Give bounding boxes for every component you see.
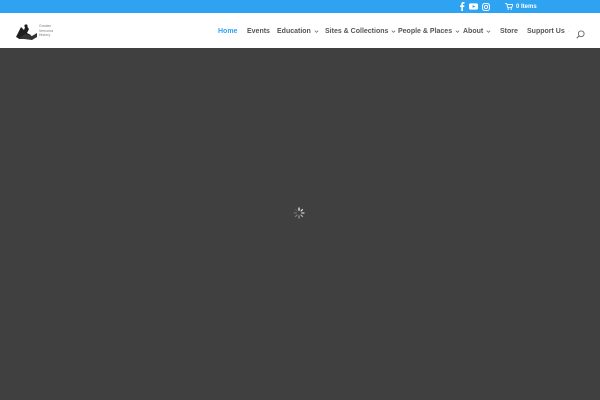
chevron-down-icon: [455, 29, 460, 33]
logo-text: Greater Vernonia History: [39, 24, 54, 38]
logo-mark-icon: [16, 24, 37, 40]
spinner-icon: [293, 207, 305, 219]
nav-item-support-us[interactable]: Support Us: [527, 28, 569, 35]
cart-link[interactable]: 0 Items: [505, 1, 537, 12]
youtube-icon[interactable]: [469, 2, 478, 11]
top-bar: 0 Items: [0, 0, 600, 13]
search-icon[interactable]: [576, 26, 585, 39]
chevron-down-icon: [567, 30, 569, 32]
chevron-down-icon: [391, 29, 396, 33]
cart-label: 0 Items: [516, 3, 537, 10]
nav-item-people-places[interactable]: People & Places: [398, 28, 463, 35]
nav-item-home[interactable]: Home: [218, 28, 247, 35]
instagram-icon[interactable]: [481, 2, 490, 11]
nav-item-store[interactable]: Store: [500, 28, 527, 35]
chevron-down-icon: [486, 29, 491, 33]
main-nav: Home Events Education Sites & Collection…: [218, 13, 569, 49]
nav-item-about[interactable]: About: [463, 28, 500, 35]
nav-item-events[interactable]: Events: [247, 28, 277, 35]
facebook-icon[interactable]: [457, 2, 466, 11]
chevron-down-icon: [314, 29, 319, 33]
nav-item-education[interactable]: Education: [277, 28, 325, 35]
cart-icon: [505, 3, 513, 10]
nav-item-sites-collections[interactable]: Sites & Collections: [325, 28, 398, 35]
main-content: [0, 48, 600, 400]
site-logo[interactable]: Greater Vernonia History: [15, 21, 67, 41]
